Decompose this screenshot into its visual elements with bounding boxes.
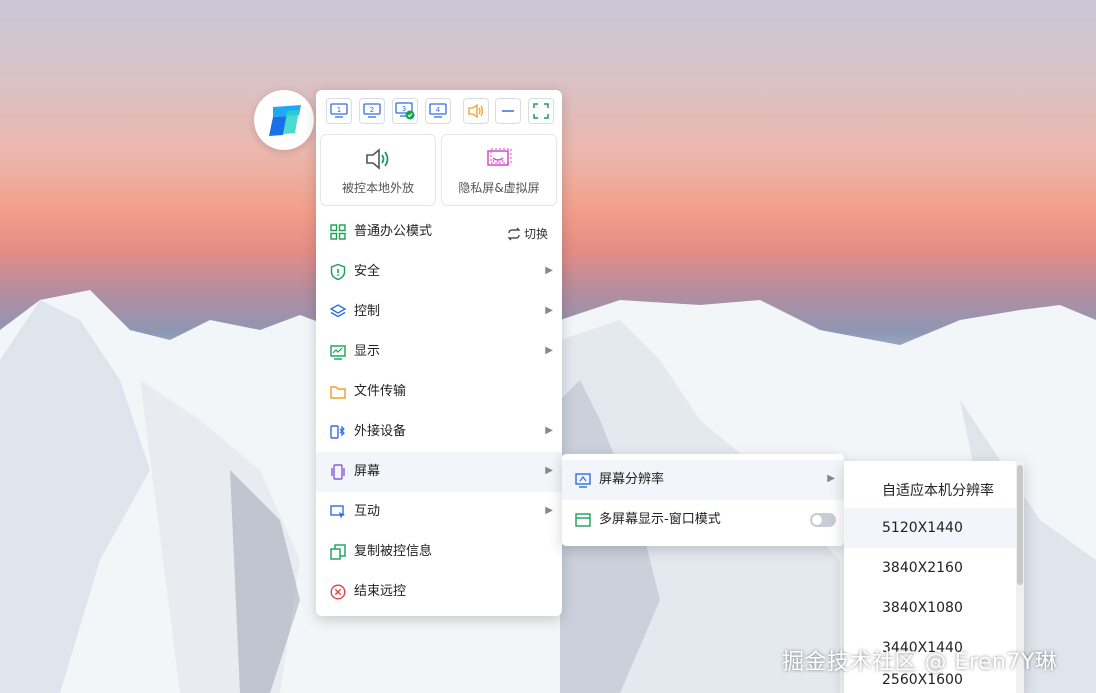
- fullscreen-icon: [533, 103, 549, 119]
- menu-item-end-remote[interactable]: 结束远控: [316, 572, 562, 612]
- screen-submenu: 屏幕分辨率 ▶ 多屏幕显示-窗口模式: [562, 454, 844, 546]
- speaker-button[interactable]: [463, 98, 489, 124]
- main-menu: 普通办公模式 切换 安全 ▶ 控制 ▶ 显示 ▶ 文件传输 外接设备 ▶ 屏幕 …: [316, 212, 562, 612]
- resolution-icon: [575, 473, 591, 488]
- resolution-option[interactable]: 自适应本机分辨率: [844, 468, 1016, 508]
- resolution-option[interactable]: 3840X1080: [844, 588, 1016, 628]
- chevron-right-icon: ▶: [545, 465, 553, 476]
- menu-item-external-devices[interactable]: 外接设备 ▶: [316, 412, 562, 452]
- menu-item-interact[interactable]: 互动 ▶: [316, 492, 562, 532]
- monitor-2-button[interactable]: 2: [359, 98, 385, 124]
- menu-item-screen[interactable]: 屏幕 ▶: [316, 452, 562, 492]
- bluetooth-device-icon: [330, 425, 345, 439]
- submenu-item-label: 多屏幕显示-窗口模式: [599, 512, 721, 527]
- monitor-4-button[interactable]: 4: [425, 98, 451, 124]
- monitor-4-icon: 4: [429, 103, 447, 118]
- local-speaker-tile[interactable]: 被控本地外放: [320, 134, 436, 206]
- menu-item-label: 普通办公模式: [354, 224, 433, 239]
- layers-icon: [329, 304, 347, 318]
- monitor-3-button[interactable]: 3: [392, 98, 418, 124]
- menu-item-label: 屏幕: [354, 464, 381, 479]
- watermark: 掘金技术社区 @ Eren7Y琳: [782, 650, 1058, 675]
- menu-item-security[interactable]: 安全 ▶: [316, 252, 562, 292]
- switch-arrows-icon: [507, 227, 521, 240]
- switch-mode-button[interactable]: 切换: [507, 225, 548, 242]
- svg-text:4: 4: [436, 106, 441, 114]
- resolution-option[interactable]: 3840X2160: [844, 548, 1016, 588]
- menu-item-copy-info[interactable]: 复制被控信息: [316, 532, 562, 572]
- display-icon: [330, 345, 346, 360]
- menu-item-label: 控制: [354, 304, 381, 319]
- screen-icon: [331, 464, 345, 480]
- monitor-2-icon: 2: [363, 103, 381, 118]
- resolution-label: 3840X2160: [882, 560, 963, 576]
- chevron-right-icon: ▶: [545, 265, 553, 276]
- menu-item-office-mode[interactable]: 普通办公模式 切换: [316, 212, 562, 252]
- submenu-item-label: 屏幕分辨率: [599, 472, 665, 487]
- chevron-right-icon: ▶: [545, 505, 553, 516]
- svg-text:3: 3: [402, 105, 406, 113]
- window-icon: [575, 513, 591, 527]
- menu-item-label: 安全: [354, 264, 381, 279]
- submenu-item-window-mode[interactable]: 多屏幕显示-窗口模式: [562, 500, 844, 540]
- menu-item-display[interactable]: 显示 ▶: [316, 332, 562, 372]
- svg-text:2: 2: [370, 106, 374, 114]
- menu-item-label: 文件传输: [354, 384, 407, 399]
- resolution-option[interactable]: 5120X1440: [844, 508, 1016, 548]
- monitor-1-icon: 1: [330, 103, 348, 118]
- scrollbar-thumb[interactable]: [1017, 465, 1023, 585]
- tile-label: 被控本地外放: [341, 181, 414, 195]
- grid-icon: [330, 224, 346, 240]
- window-mode-toggle[interactable]: [810, 513, 836, 527]
- svg-text:1: 1: [337, 106, 341, 114]
- remote-control-menu: 1 2 3 4 被控本地外放 隐私屏&虚拟屏 普通办公模式 切换 安全 ▶ 控制…: [316, 90, 562, 616]
- interact-icon: [330, 505, 345, 519]
- menu-item-label: 显示: [354, 344, 381, 359]
- chevron-right-icon: ▶: [545, 345, 553, 356]
- copy-icon: [330, 544, 346, 560]
- menu-item-label: 外接设备: [354, 424, 407, 439]
- minimize-button[interactable]: [495, 98, 521, 124]
- menu-item-label: 结束远控: [354, 584, 407, 599]
- menu-item-control[interactable]: 控制 ▶: [316, 292, 562, 332]
- close-circle-icon: [330, 584, 346, 600]
- chevron-right-icon: ▶: [545, 425, 553, 436]
- speaker-icon: [468, 103, 484, 119]
- folder-icon: [330, 386, 346, 399]
- submenu-item-resolution[interactable]: 屏幕分辨率 ▶: [562, 460, 844, 500]
- shield-icon: [330, 263, 346, 281]
- switch-label: 切换: [523, 227, 548, 241]
- monitor-1-button[interactable]: 1: [326, 98, 352, 124]
- monitor-3-active-icon: 3: [395, 102, 415, 120]
- menu-item-label: 互动: [354, 504, 381, 519]
- privacy-screen-tile[interactable]: 隐私屏&虚拟屏: [441, 134, 557, 206]
- fullscreen-button[interactable]: [528, 98, 554, 124]
- chevron-right-icon: ▶: [827, 473, 835, 484]
- minimize-icon: [502, 110, 514, 112]
- app-logo-icon: [269, 105, 301, 136]
- menu-item-label: 复制被控信息: [354, 544, 433, 559]
- chevron-right-icon: ▶: [545, 305, 553, 316]
- privacy-screen-icon: [487, 148, 512, 166]
- resolution-label: 自适应本机分辨率: [882, 483, 994, 499]
- resolution-label: 5120X1440: [882, 520, 963, 536]
- menu-item-file-transfer[interactable]: 文件传输: [316, 372, 562, 412]
- speaker-icon: [366, 148, 389, 170]
- app-logo-button[interactable]: [254, 90, 314, 150]
- resolution-label: 3840X1080: [882, 600, 963, 616]
- tile-label: 隐私屏&虚拟屏: [458, 181, 540, 195]
